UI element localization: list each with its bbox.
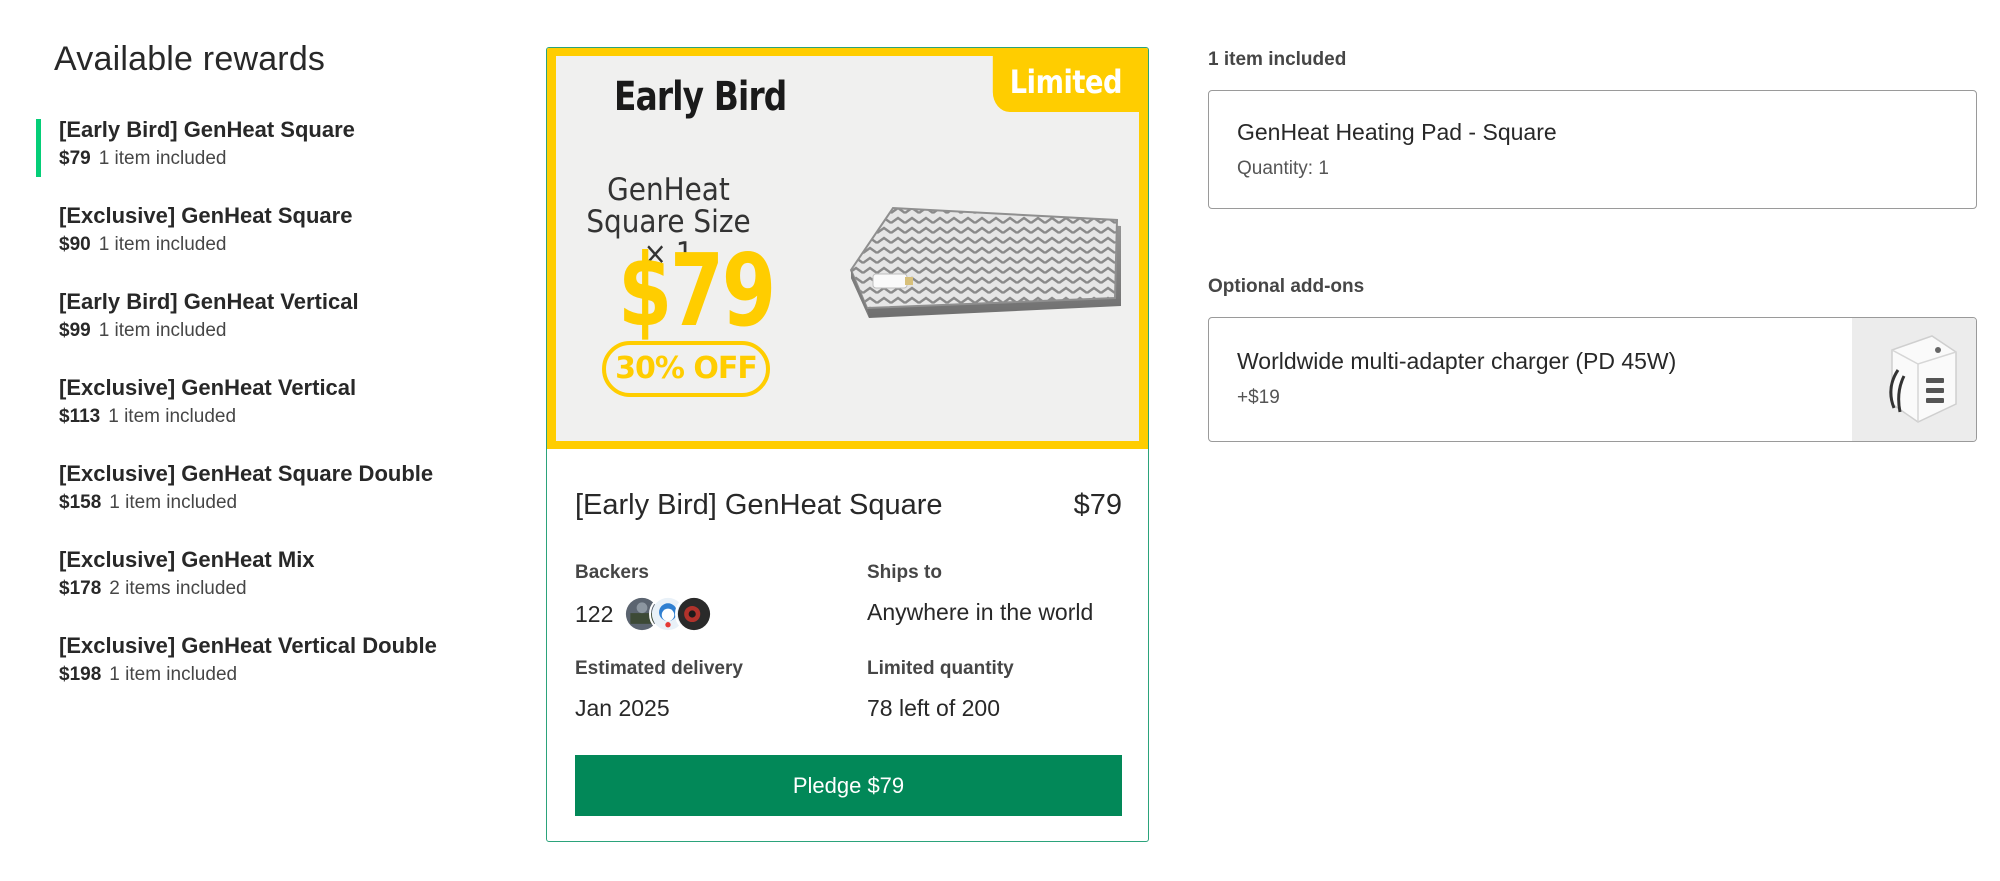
backers-value: 122	[575, 595, 867, 633]
reward-item-exclusive-vertical[interactable]: [Exclusive] GenHeat Vertical $113 1 item …	[36, 363, 516, 449]
included-item-quantity: Quantity: 1	[1237, 158, 1329, 179]
reward-item-exclusive-square-double[interactable]: [Exclusive] GenHeat Square Double $158 1 …	[36, 449, 516, 535]
card-price: $79	[1073, 488, 1122, 521]
delivery-label: Estimated delivery	[575, 658, 743, 679]
reward-item-early-bird-vertical[interactable]: [Early Bird] GenHeat Vertical $99 1 item …	[36, 277, 516, 363]
reward-meta: $158 1 item included	[59, 489, 516, 517]
reward-name: [Exclusive] GenHeat Square Double	[59, 461, 434, 486]
reward-item-early-bird-square[interactable]: [Early Bird] GenHeat Square $79 1 item in…	[36, 105, 516, 191]
addon-price: +$19	[1237, 387, 1280, 408]
promo-discount-badge: 30% OFF	[602, 341, 770, 397]
reward-meta: $90 1 item included	[59, 231, 516, 259]
card-header: [Early Bird] GenHeat Square $79	[575, 485, 1122, 525]
delivery-block: Estimated delivery Jan 2025	[575, 657, 867, 725]
reward-name: [Exclusive] GenHeat Square	[59, 203, 353, 228]
reward-included: 1 item included	[98, 234, 227, 255]
reward-item-exclusive-vertical-double[interactable]: [Exclusive] GenHeat Vertical Double $198…	[36, 621, 516, 707]
addon-item[interactable]: Worldwide multi-adapter charger (PD 45W)…	[1208, 317, 1977, 442]
reward-name: [Early Bird] GenHeat Square	[59, 117, 355, 142]
reward-price: $90	[59, 234, 91, 255]
reward-meta: $198 1 item included	[59, 661, 516, 689]
reward-price: $113	[59, 406, 101, 427]
reward-included: 1 item included	[98, 320, 227, 341]
reward-name: [Exclusive] GenHeat Vertical	[59, 375, 357, 400]
reward-name: [Early Bird] GenHeat Vertical	[59, 289, 359, 314]
reward-included: 1 item included	[98, 148, 227, 169]
reward-price: $178	[59, 578, 102, 599]
reward-included: 1 item included	[109, 492, 238, 513]
pledge-button[interactable]: Pledge $79	[575, 755, 1122, 816]
reward-price: $79	[59, 148, 91, 169]
limited-badge: Limited	[992, 56, 1139, 112]
reward-price: $158	[59, 492, 102, 513]
rewards-sidebar: Available rewards [Early Bird] GenHeat S…	[36, 40, 516, 707]
backers-count: 122	[575, 601, 614, 627]
quantity-block: Limited quantity 78 left of 200	[867, 657, 1122, 725]
reward-price: $99	[59, 320, 91, 341]
promo-image: Early Bird GenHeat Square Size × 1 $79 3…	[556, 56, 1139, 441]
quantity-value: 78 left of 200	[867, 695, 1000, 721]
reward-included: 1 item included	[108, 406, 237, 427]
included-item-title: GenHeat Heating Pad - Square	[1237, 119, 1557, 145]
reward-meta: $99 1 item included	[59, 317, 516, 345]
card-body: [Early Bird] GenHeat Square $79 Backers …	[575, 449, 1122, 816]
card-info-grid: Backers 122 Ships to Anywhere in the wor…	[575, 561, 1122, 725]
promo-product-line1: GenHeat	[607, 172, 730, 208]
reward-item-exclusive-square[interactable]: [Exclusive] GenHeat Square $90 1 item inc…	[36, 191, 516, 277]
reward-price: $198	[59, 664, 102, 685]
quantity-label: Limited quantity	[867, 658, 1014, 679]
charger-image	[1852, 318, 1976, 441]
ships-label: Ships to	[867, 562, 942, 583]
addon-title: Worldwide multi-adapter charger (PD 45W)	[1237, 348, 1677, 374]
reward-included: 1 item included	[109, 664, 238, 685]
addons-label: Optional add-ons	[1208, 276, 1365, 297]
promo-price: $79	[618, 232, 776, 349]
reward-meta: $113 1 item included	[59, 403, 516, 431]
reward-included: 2 items included	[109, 578, 247, 599]
backers-block: Backers 122	[575, 561, 867, 633]
sidebar-title: Available rewards	[54, 40, 326, 78]
included-item: GenHeat Heating Pad - Square Quantity: 1	[1208, 90, 1977, 209]
reward-meta: $79 1 item included	[59, 145, 516, 173]
reward-name: [Exclusive] GenHeat Mix	[59, 547, 315, 572]
ships-block: Ships to Anywhere in the world	[867, 561, 1122, 633]
backer-avatars	[623, 595, 714, 633]
heating-pad-image	[849, 206, 1121, 318]
included-label: 1 item included	[1208, 49, 1347, 70]
delivery-value: Jan 2025	[575, 695, 670, 721]
reward-meta: $178 2 items included	[59, 575, 516, 603]
promo-banner: Early Bird GenHeat Square Size × 1 $79 3…	[547, 48, 1148, 449]
card-title: [Early Bird] GenHeat Square	[575, 488, 943, 521]
avatar	[675, 595, 714, 633]
backers-label: Backers	[575, 562, 649, 583]
reward-card: Early Bird GenHeat Square Size × 1 $79 3…	[546, 47, 1149, 842]
reward-details: 1 item included GenHeat Heating Pad - Sq…	[1208, 48, 1978, 442]
early-bird-logo: Early Bird	[614, 74, 787, 120]
reward-item-exclusive-mix[interactable]: [Exclusive] GenHeat Mix $178 2 items incl…	[36, 535, 516, 621]
reward-name: [Exclusive] GenHeat Vertical Double	[59, 633, 437, 658]
ships-value: Anywhere in the world	[867, 599, 1094, 625]
